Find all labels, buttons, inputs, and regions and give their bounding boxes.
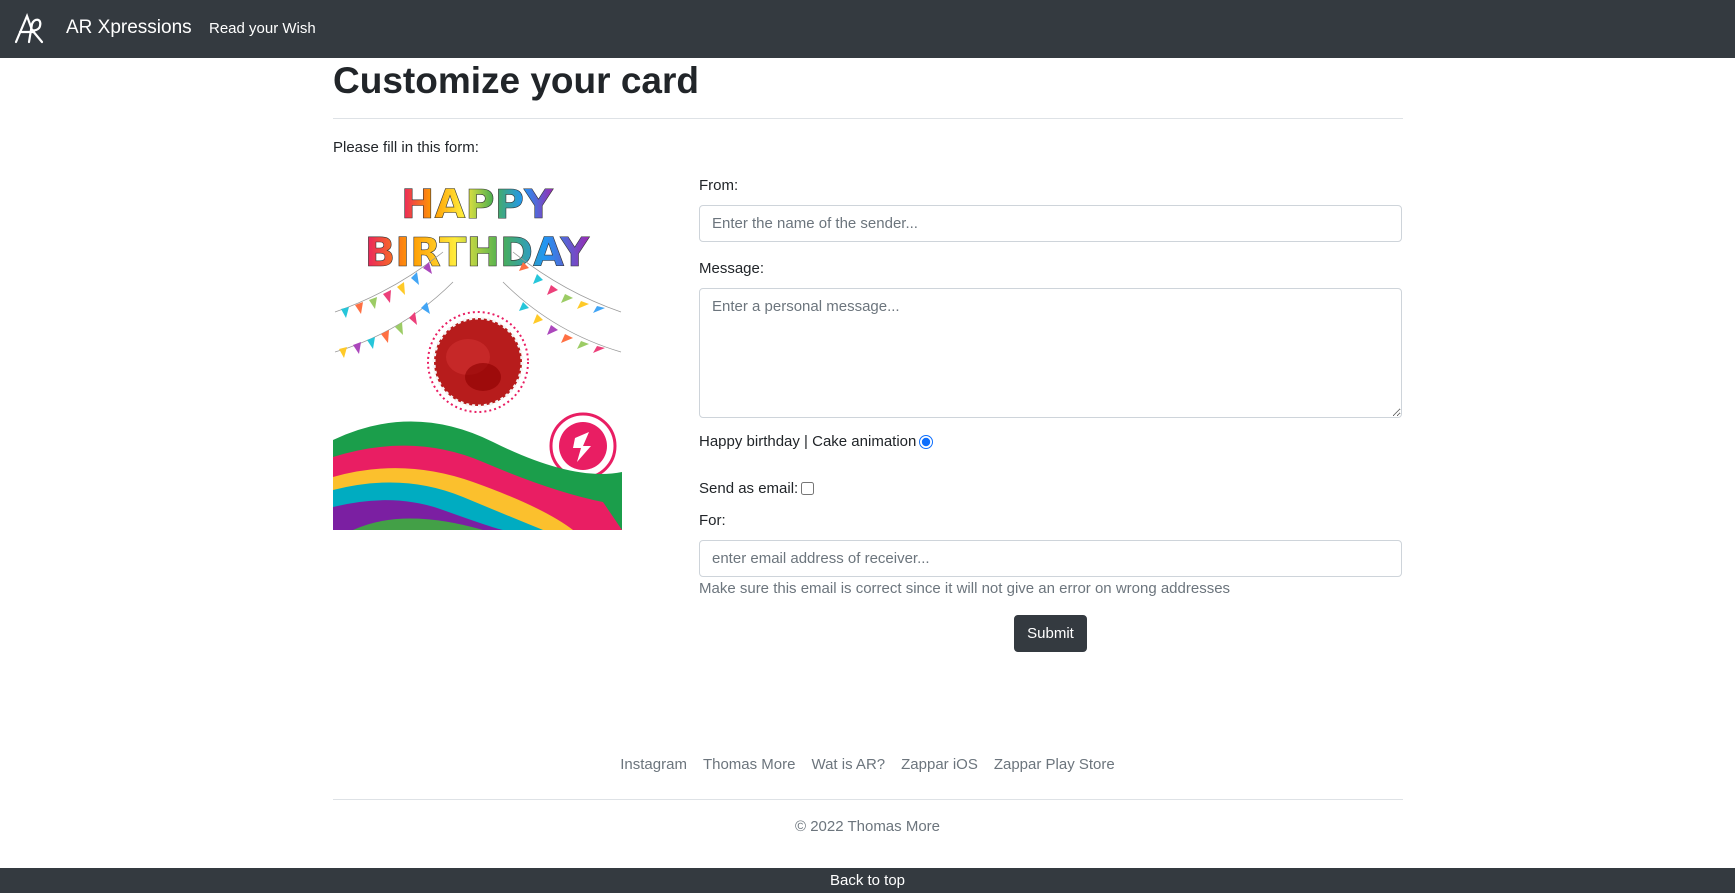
email-help-text: Make sure this email is correct since it… [699, 580, 1231, 597]
from-label: From: [699, 177, 739, 194]
footer-links: Instagram Thomas More Wat is AR? Zappar … [0, 756, 1735, 773]
animation-option: Happy birthday | Cake animation [699, 433, 934, 450]
ar-logo-icon[interactable] [12, 12, 46, 46]
footer-link-zappar-ios[interactable]: Zappar iOS [893, 756, 986, 773]
nav-read-your-wish[interactable]: Read your Wish [209, 20, 316, 37]
card-text-birthday: BIRTHDAY [365, 230, 590, 276]
footer-divider [333, 799, 1403, 800]
card-text-happy: HAPPY [401, 182, 554, 228]
receiver-email-input[interactable] [699, 540, 1402, 577]
card-preview-image: HAPPY BIRTHDAY [333, 172, 622, 530]
footer-link-instagram[interactable]: Instagram [612, 756, 695, 773]
cake-illustration [427, 311, 529, 413]
send-email-label: Send as email: [699, 480, 799, 497]
for-label: For: [699, 512, 726, 529]
from-input[interactable] [699, 205, 1402, 242]
copyright-text: © 2022 Thomas More [794, 818, 940, 835]
message-label: Message: [699, 260, 765, 277]
footer-link-what-is-ar[interactable]: Wat is AR? [803, 756, 893, 773]
form-intro: Please fill in this form: [333, 139, 479, 156]
title-divider [333, 118, 1403, 119]
back-to-top-link[interactable]: Back to top [830, 872, 905, 889]
message-textarea[interactable] [699, 288, 1402, 418]
footer-link-thomas-more[interactable]: Thomas More [695, 756, 804, 773]
back-to-top-bar: Back to top [0, 868, 1735, 893]
send-email-checkbox[interactable] [801, 482, 815, 495]
animation-radio[interactable] [919, 434, 934, 449]
animation-option-label: Happy birthday | Cake animation [699, 433, 917, 450]
footer-link-zappar-play-store[interactable]: Zappar Play Store [986, 756, 1123, 773]
page-title: Customize your card [333, 60, 699, 101]
send-email-option: Send as email: [699, 480, 815, 497]
top-navbar: AR Xpressions Read your Wish [0, 0, 1735, 58]
brand-link[interactable]: AR Xpressions [66, 17, 192, 39]
submit-button[interactable]: Submit [1014, 615, 1087, 652]
